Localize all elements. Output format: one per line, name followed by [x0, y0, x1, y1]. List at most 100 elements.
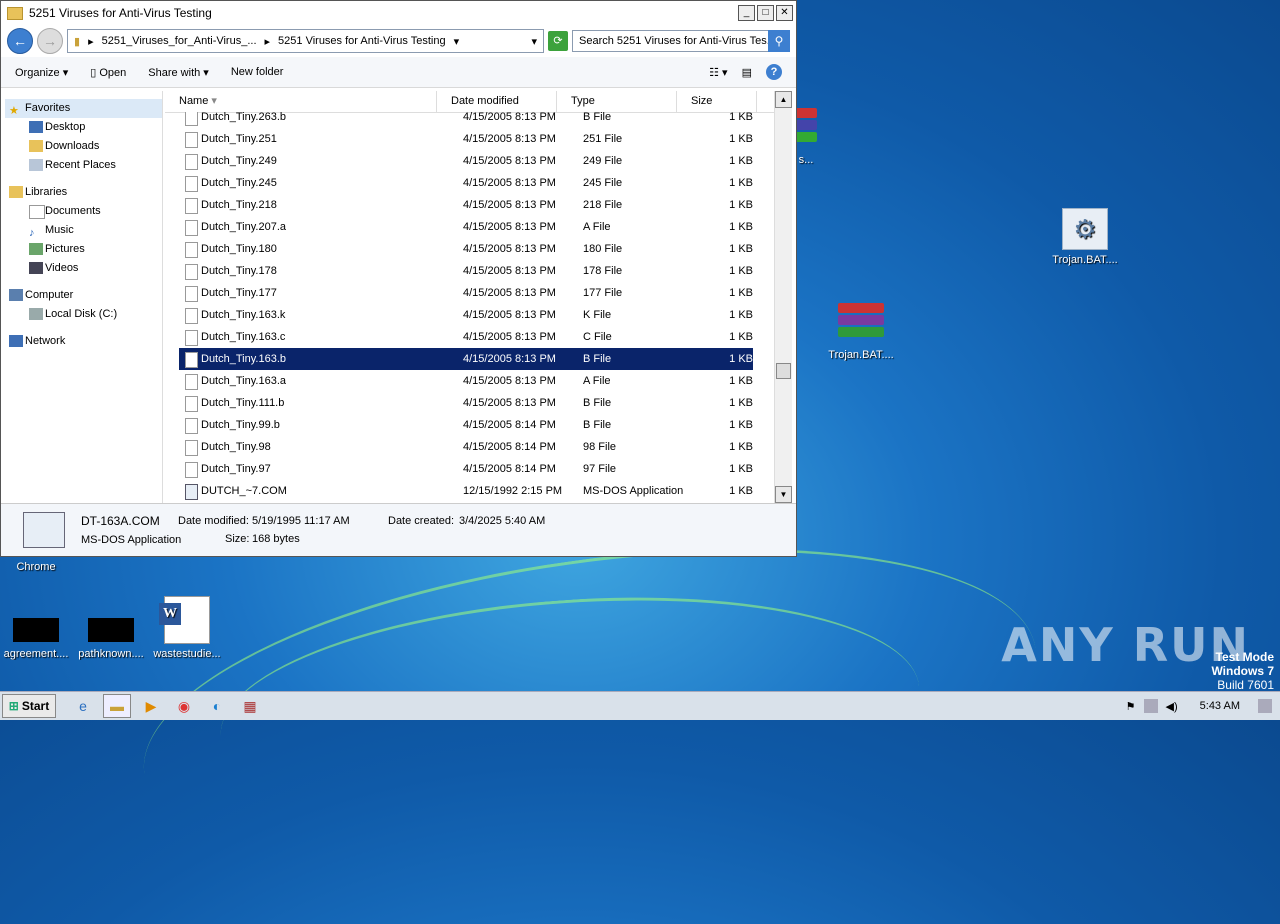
- file-name-cell: Dutch_Tiny.163.c: [179, 326, 463, 348]
- search-icon[interactable]: ⚲: [768, 30, 790, 52]
- file-row[interactable]: Dutch_Tiny.163.c 4/15/2005 8:13 PM C File 1…: [179, 326, 753, 348]
- show-desktop-icon[interactable]: [1258, 699, 1272, 713]
- scroll-thumb[interactable]: [776, 363, 791, 379]
- title-bar[interactable]: 5251 Viruses for Anti-Virus Testing _ □ …: [1, 1, 796, 25]
- file-row[interactable]: Dutch_Tiny.163.a 4/15/2005 8:13 PM A File 1…: [179, 370, 753, 392]
- file-row[interactable]: Dutch_Tiny.180 4/15/2005 8:13 PM 180 File 1…: [179, 238, 753, 260]
- back-button[interactable]: ←: [7, 28, 33, 54]
- column-type[interactable]: Type: [557, 91, 677, 112]
- start-button[interactable]: ⊞ Start: [2, 694, 56, 718]
- desktop-icon-trojan-bat-gear[interactable]: ⚙ Trojan.BAT....: [1040, 208, 1130, 266]
- nav-favorites[interactable]: ★ Favorites: [5, 99, 162, 118]
- close-button[interactable]: ✕: [776, 5, 793, 21]
- nav-network[interactable]: Network: [5, 332, 162, 351]
- nav-libraries[interactable]: Libraries: [5, 183, 162, 202]
- libraries-icon: [9, 186, 23, 198]
- file-date: 12/15/1992 2:15 PM: [463, 485, 563, 497]
- chevron-down-icon[interactable]: ▾: [454, 35, 460, 48]
- column-name[interactable]: Name ▾: [165, 91, 437, 112]
- column-date[interactable]: Date modified: [437, 91, 557, 112]
- media-player-icon[interactable]: ▶: [138, 695, 164, 717]
- file-row[interactable]: Dutch_Tiny.263.b 4/15/2005 8:13 PM B File 1…: [179, 112, 753, 128]
- start-label: Start: [21, 699, 50, 713]
- nav-computer[interactable]: Computer: [5, 286, 162, 305]
- file-row[interactable]: Dutch_Tiny.163.b 4/15/2005 8:13 PM B File 1…: [179, 348, 753, 370]
- file-row[interactable]: Dutch_Tiny.249 4/15/2005 8:13 PM 249 File 1…: [179, 150, 753, 172]
- maximize-button[interactable]: □: [757, 5, 774, 21]
- videos-icon: [29, 262, 43, 274]
- file-name-cell: Dutch_Tiny.99.b: [179, 414, 463, 436]
- file-row[interactable]: Dutch_Tiny.218 4/15/2005 8:13 PM 218 File 1…: [179, 194, 753, 216]
- window-title: 5251 Viruses for Anti-Virus Testing: [29, 6, 212, 20]
- file-size: 1 KB: [729, 112, 753, 123]
- chrome-icon[interactable]: ◉: [171, 695, 197, 717]
- file-name: Dutch_Tiny.97: [201, 463, 271, 475]
- desktop-icon-trojan-bat-rar[interactable]: Trojan.BAT....: [816, 303, 906, 361]
- file-row[interactable]: DUTCH_~7.COM 12/15/1992 2:15 PM MS-DOS App…: [179, 480, 753, 502]
- refresh-button[interactable]: ⟳: [548, 31, 568, 51]
- file-row[interactable]: Dutch_Tiny.163.k 4/15/2005 8:13 PM K File 1…: [179, 304, 753, 326]
- file-size: 1 KB: [729, 463, 753, 475]
- file-name-cell: Dutch_Tiny.245: [179, 172, 463, 194]
- preview-pane-icon[interactable]: ▤: [742, 66, 752, 79]
- nav-downloads[interactable]: Downloads: [5, 137, 162, 156]
- vertical-scrollbar[interactable]: ▲ ▼: [774, 91, 792, 503]
- folder-icon: ▮: [74, 35, 81, 48]
- nav-music[interactable]: ♪ Music: [5, 221, 162, 240]
- file-row[interactable]: Dutch_Tiny.178 4/15/2005 8:13 PM 178 File 1…: [179, 260, 753, 282]
- file-size: 1 KB: [729, 177, 753, 189]
- nav-pictures[interactable]: Pictures: [5, 240, 162, 259]
- network-tray-icon[interactable]: [1143, 699, 1158, 713]
- file-row[interactable]: Dutch_Tiny.99.b 4/15/2005 8:14 PM B File 1 …: [179, 414, 753, 436]
- nav-recent-places[interactable]: Recent Places: [5, 156, 162, 175]
- drive-icon: [29, 308, 43, 320]
- nav-videos[interactable]: Videos: [5, 259, 162, 278]
- file-name: DUTCH_~7.COM: [201, 485, 287, 497]
- organize-menu[interactable]: Organize ▾: [15, 66, 68, 79]
- history-dropdown-icon[interactable]: ▾: [531, 35, 537, 48]
- file-type: B File: [583, 419, 612, 431]
- file-row[interactable]: Dutch_Tiny.98 4/15/2005 8:14 PM 98 File 1 K…: [179, 436, 753, 458]
- column-size[interactable]: Size: [677, 91, 757, 112]
- winrar-taskbar-icon[interactable]: ▦: [237, 695, 263, 717]
- clock[interactable]: 5:43 AM: [1200, 700, 1240, 712]
- help-icon[interactable]: ?: [766, 64, 782, 80]
- nav-label: Documents: [45, 205, 101, 217]
- nav-local-disk[interactable]: Local Disk (C:): [5, 305, 162, 324]
- file-list: Dutch_Tiny.263.b 4/15/2005 8:13 PM B File 1…: [179, 112, 753, 502]
- file-row[interactable]: Dutch_Tiny.251 4/15/2005 8:13 PM 251 File 1…: [179, 128, 753, 150]
- view-options-icon[interactable]: ☷ ▾: [709, 66, 727, 79]
- breadcrumb-item[interactable]: 5251 Viruses for Anti-Virus Testing: [278, 35, 446, 47]
- internet-explorer-icon[interactable]: e: [70, 695, 96, 717]
- share-with-menu[interactable]: Share with ▾: [148, 66, 209, 79]
- nav-label: Desktop: [45, 121, 86, 133]
- file-name: Dutch_Tiny.249: [201, 155, 277, 167]
- nav-desktop[interactable]: Desktop: [5, 118, 162, 137]
- explorer-taskbar-icon[interactable]: ▬: [103, 694, 131, 718]
- file-row[interactable]: Dutch_Tiny.111.b 4/15/2005 8:13 PM B File 1…: [179, 392, 753, 414]
- search-input[interactable]: Search 5251 Viruses for Anti-Virus Tes..…: [572, 30, 790, 52]
- file-row[interactable]: Dutch_Tiny.97 4/15/2005 8:14 PM 97 File 1 K…: [179, 458, 753, 480]
- edge-icon[interactable]: ◐: [204, 695, 230, 717]
- file-list-pane: Name ▾ Date modified Type Size Dutch_Tin…: [165, 91, 792, 506]
- breadcrumb-item[interactable]: 5251_Viruses_for_Anti-Virus_...: [102, 35, 257, 47]
- details-size-label: Size:: [225, 533, 250, 545]
- new-folder-button[interactable]: New folder: [231, 66, 284, 78]
- scroll-down-icon[interactable]: ▼: [775, 486, 792, 503]
- desktop-icon-wastestudie[interactable]: W wastestudie...: [142, 596, 232, 660]
- file-icon: [185, 396, 198, 412]
- file-row[interactable]: Dutch_Tiny.207.a 4/15/2005 8:13 PM A File 1…: [179, 216, 753, 238]
- flag-icon[interactable]: ⚑: [1126, 700, 1136, 713]
- command-bar: Organize ▾ ▯ Open Share with ▾ New folde…: [1, 57, 796, 88]
- scroll-up-icon[interactable]: ▲: [775, 91, 792, 108]
- desktop-icon-chrome[interactable]: Chrome: [0, 561, 81, 573]
- details-created: 3/4/2025 5:40 AM: [459, 515, 546, 527]
- file-row[interactable]: Dutch_Tiny.245 4/15/2005 8:13 PM 245 File 1…: [179, 172, 753, 194]
- nav-documents[interactable]: Documents: [5, 202, 162, 221]
- address-bar[interactable]: ▮ ▸ 5251_Viruses_for_Anti-Virus_... ▸ 52…: [67, 29, 544, 53]
- file-row[interactable]: Dutch_Tiny.177 4/15/2005 8:13 PM 177 File 1…: [179, 282, 753, 304]
- volume-icon[interactable]: ◀): [1166, 700, 1178, 713]
- minimize-button[interactable]: _: [738, 5, 755, 21]
- open-button[interactable]: ▯ Open: [90, 66, 126, 79]
- forward-button[interactable]: →: [37, 28, 63, 54]
